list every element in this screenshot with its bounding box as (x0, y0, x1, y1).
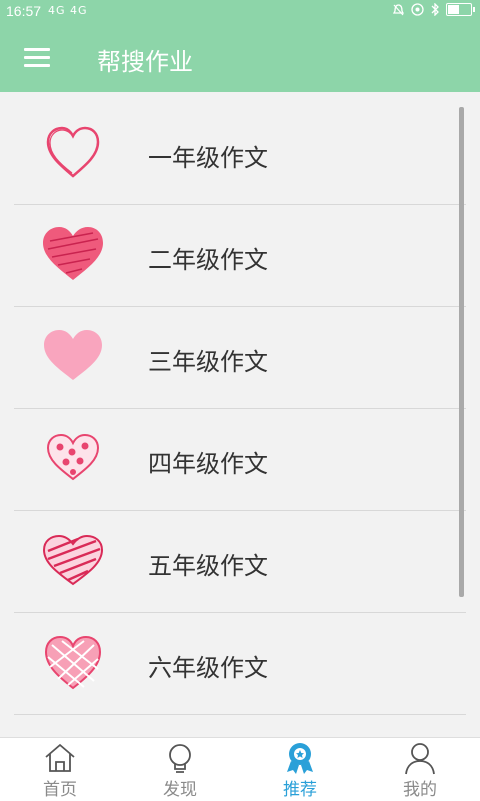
list-item-grade-5[interactable]: 五年级作文 (14, 511, 466, 613)
status-icons (392, 3, 475, 16)
heart-scribble-icon (43, 227, 103, 280)
list-item-label: 四年级作文 (148, 450, 268, 478)
tab-recommend[interactable]: 推荐 (240, 738, 360, 801)
list-item-label: 二年级作文 (148, 246, 268, 274)
bottom-tab-bar: 首页 发现 推荐 我的 (0, 737, 480, 801)
tab-label: 推荐 (283, 780, 317, 800)
list-item-label: 一年级作文 (148, 144, 268, 172)
tab-home[interactable]: 首页 (0, 738, 120, 801)
list-item-grade-3[interactable]: 三年级作文 (14, 307, 466, 409)
award-ribbon-icon (287, 743, 313, 774)
headset-icon (411, 3, 424, 16)
app-bar: 帮搜作业 (0, 24, 480, 92)
status-bar: 16:57 4G 4G (0, 0, 480, 24)
battery-icon (446, 3, 475, 16)
list-item-partial[interactable] (14, 715, 466, 737)
heart-light-pink-icon (44, 330, 102, 380)
list-item-grade-2[interactable]: 二年级作文 (14, 205, 466, 307)
person-icon (405, 743, 435, 775)
list-item-label: 三年级作文 (148, 348, 268, 376)
scrollbar[interactable] (459, 107, 464, 597)
tab-label: 首页 (43, 780, 77, 800)
signal-indicator: 4G 4G (48, 4, 88, 17)
list-item-label: 五年级作文 (148, 552, 268, 580)
tab-label: 我的 (403, 780, 437, 800)
hamburger-menu-icon[interactable] (24, 48, 50, 68)
heart-checkered-icon (44, 635, 102, 690)
heart-polka-dot-icon (46, 433, 100, 481)
list-item-grade-6[interactable]: 六年级作文 (14, 613, 466, 715)
alarm-icon (392, 4, 405, 16)
list-item-label: 六年级作文 (148, 654, 268, 682)
list-item-grade-1[interactable]: 一年级作文 (14, 103, 466, 205)
page-title: 帮搜作业 (97, 48, 193, 76)
bluetooth-icon (431, 3, 439, 16)
tab-discover[interactable]: 发现 (120, 738, 240, 801)
tab-mine[interactable]: 我的 (360, 738, 480, 801)
heart-striped-icon (42, 534, 104, 586)
list-item-grade-4[interactable]: 四年级作文 (14, 409, 466, 511)
home-icon (45, 743, 75, 772)
heart-outline-icon (46, 126, 100, 178)
lightbulb-icon (169, 744, 191, 773)
tab-label: 发现 (163, 780, 197, 800)
grade-essay-list[interactable]: 一年级作文 二年级作文 三年级作文 四年级作文 五年级作文 六年级作文 (14, 103, 466, 737)
status-time: 16:57 (6, 3, 42, 19)
